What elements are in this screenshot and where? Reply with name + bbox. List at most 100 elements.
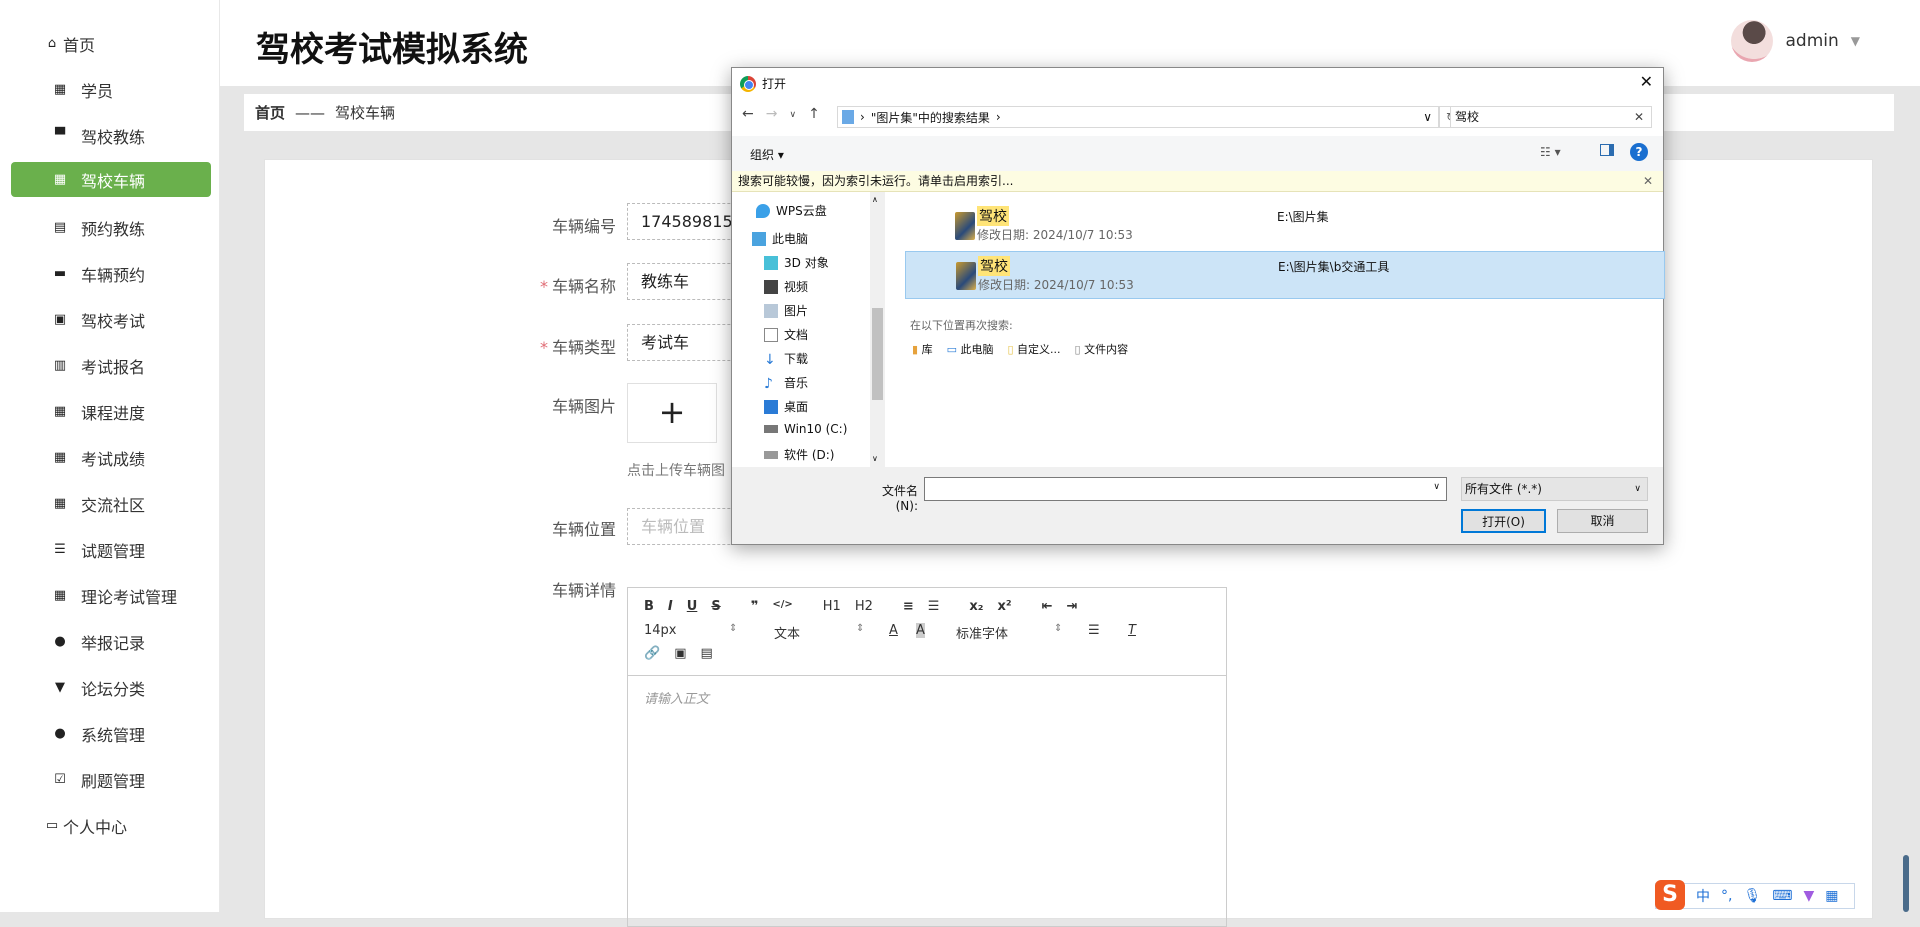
heading-select[interactable]: 文本 (774, 623, 800, 642)
nav-3d-objects[interactable]: 3D 对象 (764, 254, 829, 271)
bold-button[interactable]: B (644, 599, 654, 614)
search-custom-link[interactable]: ▯ 自定义... (1007, 341, 1060, 357)
clear-search-icon[interactable]: ✕ (1634, 107, 1644, 127)
microphone-icon[interactable]: 🎙 (1743, 888, 1761, 904)
filename-input[interactable]: ∨ (924, 477, 1447, 501)
ime-toolbar[interactable]: 中 °, 🎙 ⌨ ▼ ▦ (1655, 883, 1855, 909)
search-library-link[interactable]: ▮ 库 (912, 341, 933, 357)
check-clipboard-icon: ☑ (54, 771, 66, 787)
sidebar-item-practice[interactable]: ☑ 刷题管理 (11, 762, 211, 797)
sidebar-item-course-progress[interactable]: ▦ 课程进度 (11, 394, 211, 429)
quote-button[interactable]: ❞ (751, 599, 759, 614)
sidebar-item-coaches[interactable]: ▀ 驾校教练 (11, 118, 211, 153)
sidebar-item-scores[interactable]: ▦ 考试成绩 (11, 440, 211, 475)
italic-button[interactable]: I (668, 599, 673, 614)
sidebar-item-profile[interactable]: ▭ 个人中心 (11, 808, 211, 843)
info-bar[interactable]: 搜索可能较慢，因为索引未运行。请单击启用索引... ✕ (732, 171, 1663, 192)
sidebar-item-theory-exam[interactable]: ▦ 理论考试管理 (11, 578, 211, 613)
sidebar-item-book-coach[interactable]: ▤ 预约教练 (11, 210, 211, 245)
indent-button[interactable]: ⇥ (1067, 599, 1078, 614)
scroll-down-icon[interactable]: ∨ (872, 454, 878, 463)
address-bar[interactable]: › "图片集"中的搜索结果 › ∨ (837, 106, 1439, 128)
recent-dropdown-icon[interactable]: ∨ (789, 106, 796, 124)
sidebar-item-community[interactable]: ▦ 交流社区 (11, 486, 211, 521)
sidebar-item-exam[interactable]: ▣ 驾校考试 (11, 302, 211, 337)
rich-text-editor[interactable]: B I U S ❞ </> H1 H2 ≡ ☰ x₂ x² ⇤ ⇥ 14px ⇕… (627, 587, 1227, 927)
home-icon: ⌂ (47, 35, 57, 51)
sidebar-item-exam-signup[interactable]: ▥ 考试报名 (11, 348, 211, 383)
nav-pictures[interactable]: 图片 (764, 302, 808, 319)
nav-music[interactable]: ♪ 音乐 (764, 374, 808, 392)
search-box[interactable]: 驾校 ✕ (1450, 106, 1652, 128)
sidebar-item-vehicle-booking[interactable]: ▬ 车辆预约 (11, 256, 211, 291)
sidebar-item-vehicles[interactable]: ▦ 驾校车辆 (11, 162, 211, 197)
font-size-select[interactable]: 14px (644, 623, 677, 638)
background-color-button[interactable]: A (916, 623, 925, 638)
search-content-link[interactable]: ▯ 文件内容 (1075, 341, 1129, 357)
file-item-selected[interactable]: 驾校 修改日期: 2024/10/7 10:53 E:\图片集\b交通工具 (905, 251, 1665, 299)
h1-button[interactable]: H1 (823, 599, 841, 614)
ordered-list-button[interactable]: ≡ (903, 599, 914, 614)
scroll-thumb[interactable] (872, 308, 883, 400)
nav-videos[interactable]: 视频 (764, 278, 808, 295)
image-icon[interactable]: ▣ (674, 646, 686, 661)
search-this-pc-link[interactable]: ▭ 此电脑 (947, 341, 994, 357)
ime-mode-chinese[interactable]: 中 (1696, 886, 1710, 906)
search-input[interactable]: 驾校 (1455, 110, 1479, 124)
organize-button[interactable]: 组织 ▾ (750, 146, 784, 163)
breadcrumb-home[interactable]: 首页 (255, 102, 285, 123)
close-info-icon[interactable]: ✕ (1643, 171, 1653, 191)
nav-documents[interactable]: 文档 (764, 326, 808, 343)
strike-button[interactable]: S (711, 599, 720, 614)
sidebar-item-reports[interactable]: ● 举报记录 (11, 624, 211, 659)
cancel-button[interactable]: 取消 (1557, 509, 1648, 533)
nav-drive-c[interactable]: Win10 (C:) (764, 422, 847, 436)
video-icon[interactable]: ▤ (700, 646, 712, 661)
nav-this-pc[interactable]: 此电脑 (752, 230, 808, 247)
view-options-icon[interactable]: ☷ ▾ (1540, 145, 1561, 159)
preview-pane-icon[interactable] (1600, 144, 1614, 156)
code-button[interactable]: </> (772, 599, 792, 614)
font-color-button[interactable]: A (889, 623, 898, 638)
file-type-select[interactable]: 所有文件 (*.*) ∨ (1461, 477, 1648, 501)
upload-image-button[interactable]: + (627, 383, 717, 443)
h2-button[interactable]: H2 (855, 599, 873, 614)
subscript-button[interactable]: x₂ (969, 599, 983, 614)
sidebar-item-forum-category[interactable]: ▼ 论坛分类 (11, 670, 211, 705)
nav-wps[interactable]: WPS云盘 (756, 202, 827, 219)
address-dropdown-icon[interactable]: ∨ (1423, 110, 1432, 124)
nav-scrollbar[interactable]: ∧ ∨ (870, 192, 885, 467)
help-icon[interactable]: ? (1630, 143, 1648, 161)
sidebar-item-system[interactable]: ● 系统管理 (11, 716, 211, 751)
ime-punctuation[interactable]: °, (1721, 888, 1732, 904)
nav-desktop[interactable]: 桌面 (764, 398, 808, 415)
align-button[interactable]: ☰ (1088, 623, 1100, 638)
underline-button[interactable]: U (687, 599, 698, 614)
open-button[interactable]: 打开(O) (1461, 509, 1546, 533)
nav-drive-d[interactable]: 软件 (D:) (764, 446, 834, 463)
link-icon[interactable]: 🔗 (644, 646, 660, 661)
select-arrows-icon: ⇕ (856, 623, 865, 634)
apps-icon[interactable]: ▦ (1825, 888, 1838, 904)
up-arrow-icon[interactable]: ↑ (808, 106, 820, 124)
back-arrow-icon[interactable]: ← (742, 106, 754, 124)
keyboard-icon[interactable]: ⌨ (1772, 888, 1792, 904)
outdent-button[interactable]: ⇤ (1042, 599, 1053, 614)
sidebar-item-home[interactable]: ⌂ 首页 (11, 26, 211, 61)
forward-arrow-icon[interactable]: → (766, 106, 778, 124)
scroll-up-icon[interactable]: ∧ (872, 195, 878, 204)
file-item[interactable]: 驾校 修改日期: 2024/10/7 10:53 E:\图片集 (905, 202, 1665, 250)
user-menu[interactable]: admin ▼ (1731, 20, 1860, 62)
caret-down-icon: ▼ (1850, 34, 1860, 48)
superscript-button[interactable]: x² (998, 599, 1012, 614)
sidebar-item-questions[interactable]: ☰ 试题管理 (11, 532, 211, 567)
font-family-select[interactable]: 标准字体 (956, 623, 1008, 642)
sidebar-item-students[interactable]: ▦ 学员 (11, 72, 211, 107)
image-file-icon (955, 212, 975, 240)
filename-dropdown-icon[interactable]: ∨ (1433, 482, 1440, 492)
close-icon[interactable]: ✕ (1640, 72, 1653, 91)
nav-downloads[interactable]: ↓ 下载 (764, 350, 808, 368)
clear-format-button[interactable]: T (1128, 623, 1136, 638)
bullet-list-button[interactable]: ☰ (928, 599, 940, 614)
skin-icon[interactable]: ▼ (1803, 888, 1814, 904)
